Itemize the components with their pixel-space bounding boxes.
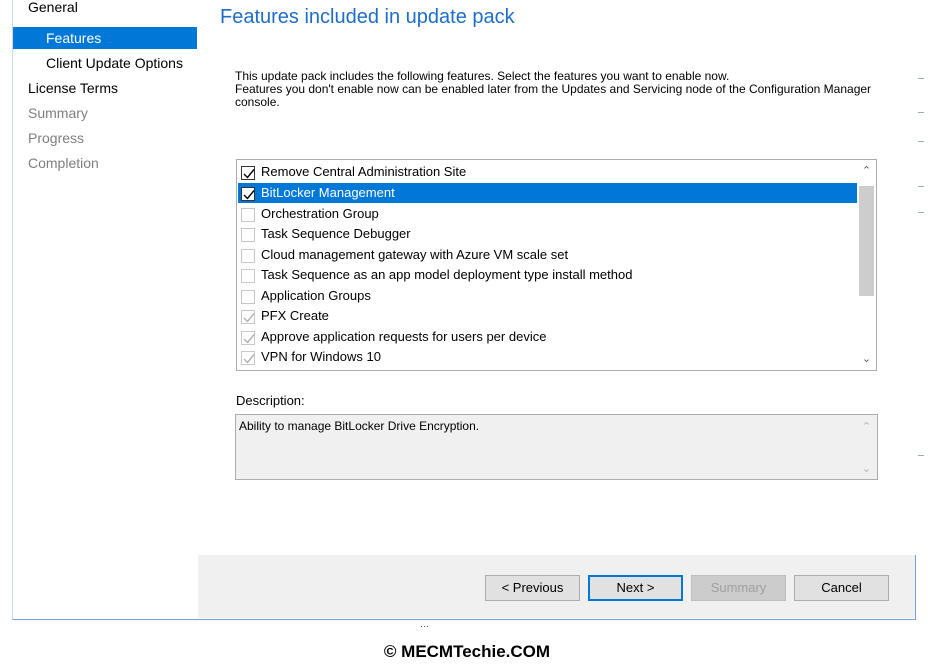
background-window-text: … — [420, 619, 429, 629]
intro-line-2: Features you don't enable now can be ena… — [235, 82, 872, 109]
scroll-down-icon[interactable]: ⌄ — [857, 351, 876, 367]
scroll-up-icon: ⌃ — [861, 421, 872, 433]
feature-row[interactable]: Approve application requests for users p… — [238, 327, 858, 347]
checkbox[interactable] — [241, 208, 255, 222]
feature-label: Application Groups — [261, 288, 371, 303]
feature-list[interactable]: Remove Central Administration Site BitLoc… — [236, 159, 877, 371]
feature-row[interactable]: Remove Central Administration Site — [238, 162, 858, 182]
checkbox-checked[interactable] — [241, 187, 255, 201]
feature-label: Task Sequence Debugger — [261, 226, 411, 241]
sidebar-item-general[interactable]: General — [13, 0, 197, 16]
feature-label: BitLocker Management — [261, 185, 395, 200]
sidebar-item-license-terms[interactable]: License Terms — [13, 77, 197, 99]
feature-row[interactable]: Application Groups — [238, 286, 858, 306]
scrollbar-thumb[interactable] — [859, 186, 874, 296]
sidebar-item-progress: Progress — [28, 130, 85, 146]
checkbox-checked[interactable] — [241, 166, 255, 180]
checkmark-icon — [243, 313, 255, 323]
feature-label: Task Sequence as an app model deployment… — [261, 267, 633, 282]
intro-text: This update pack includes the following … — [235, 70, 875, 109]
checkmark-icon — [243, 354, 255, 364]
description-text: Ability to manage BitLocker Drive Encryp… — [239, 419, 480, 433]
sidebar-item-summary: Summary — [28, 105, 88, 121]
cancel-button[interactable]: Cancel — [794, 575, 889, 601]
page-title: Features included in update pack — [220, 6, 515, 28]
feature-label: Remove Central Administration Site — [261, 164, 467, 179]
button-bar: < Previous Next > Summary Cancel — [198, 555, 915, 618]
feature-row[interactable]: BitLocker Management — [238, 183, 858, 203]
sidebar-item-client-update-options[interactable]: Client Update Options — [13, 52, 197, 74]
feature-list-scrollbar[interactable]: ⌃ ⌄ — [857, 160, 876, 370]
previous-button[interactable]: < Previous — [485, 575, 580, 601]
feature-label: Cloud management gateway with Azure VM s… — [261, 247, 569, 262]
checkbox[interactable] — [241, 269, 255, 283]
checkbox-checked — [241, 331, 255, 345]
feature-row[interactable]: Orchestration Group — [238, 204, 858, 224]
sidebar-item-features[interactable]: Features — [13, 27, 197, 49]
wizard-sidebar: General Features Client Update Options L… — [13, 0, 197, 618]
checkbox-checked — [241, 351, 255, 365]
feature-row[interactable]: Cloud management gateway with Azure VM s… — [238, 245, 858, 265]
watermark: © MECMTechie.COM — [383, 642, 551, 661]
feature-row[interactable]: Task Sequence as an app model deployment… — [238, 265, 858, 285]
checkmark-icon — [243, 334, 255, 344]
checkbox-checked — [241, 310, 255, 324]
checkbox[interactable] — [241, 290, 255, 304]
scroll-down-icon: ⌄ — [861, 463, 872, 475]
sidebar-item-completion: Completion — [28, 155, 99, 171]
feature-row[interactable]: VPN for Windows 10 — [238, 347, 858, 367]
feature-label: Orchestration Group — [261, 206, 379, 221]
scroll-up-icon[interactable]: ⌃ — [857, 163, 876, 179]
checkbox[interactable] — [241, 249, 255, 263]
description-scrollbar: ⌃ ⌄ — [858, 417, 875, 477]
feature-row[interactable]: PFX Create — [238, 306, 858, 326]
feature-label: Approve application requests for users p… — [261, 329, 547, 344]
description-label: Description: — [236, 393, 305, 408]
feature-row[interactable]: Task Sequence Debugger — [238, 224, 858, 244]
next-button[interactable]: Next > — [588, 575, 683, 601]
checkbox[interactable] — [241, 228, 255, 242]
feature-label: VPN for Windows 10 — [261, 349, 381, 364]
description-box: Ability to manage BitLocker Drive Encryp… — [235, 414, 878, 480]
background-window-edge — [916, 0, 934, 620]
summary-button: Summary — [691, 575, 786, 601]
checkmark-icon — [243, 190, 255, 200]
feature-label: PFX Create — [261, 308, 329, 323]
checkmark-icon — [243, 169, 255, 179]
